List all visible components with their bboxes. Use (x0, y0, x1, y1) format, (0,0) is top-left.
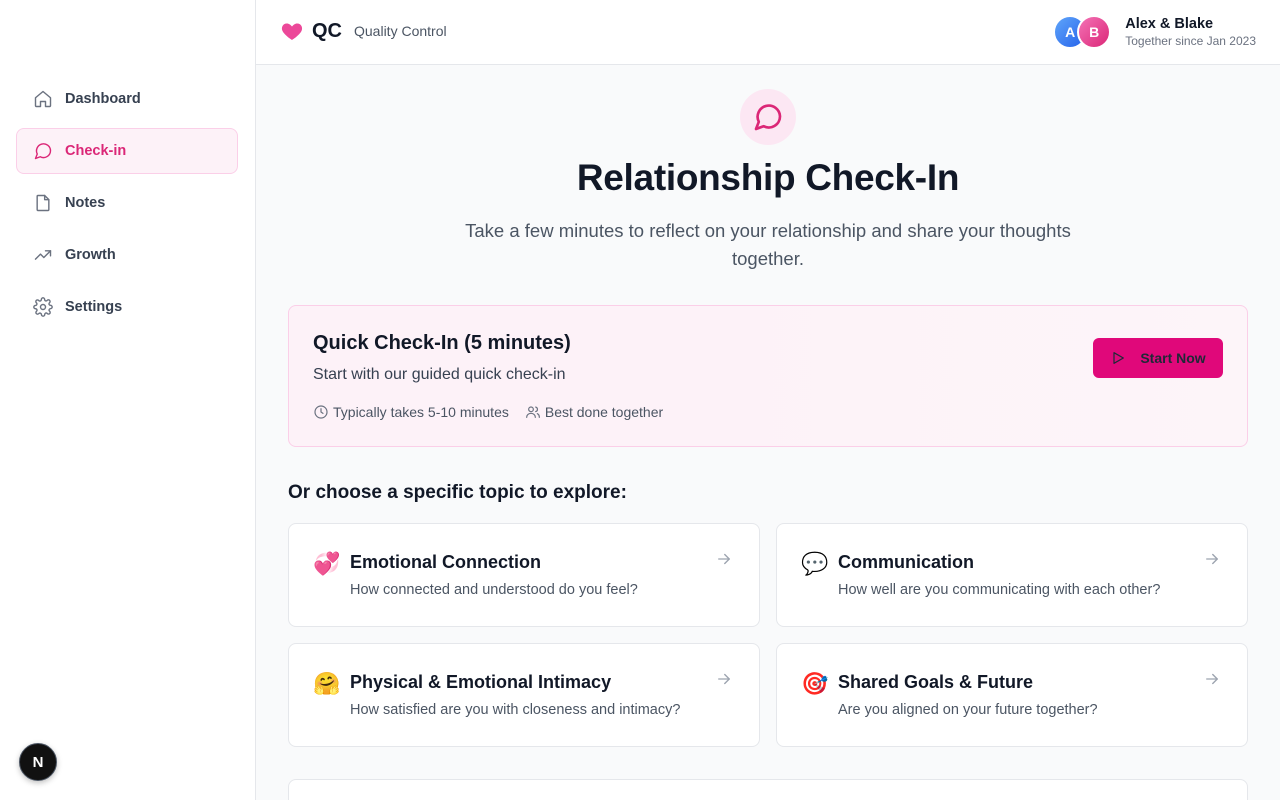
topic-card-emotional-connection[interactable]: 💞 Emotional Connection How connected and… (288, 523, 760, 627)
topic-description: How connected and understood do you feel… (350, 582, 638, 598)
quick-check-in-description: Start with our guided quick check-in (313, 366, 566, 383)
avatar: B (1077, 15, 1112, 49)
sidebar-item-notes[interactable]: Notes (16, 180, 238, 226)
dev-tools-badge[interactable]: N (19, 743, 57, 781)
page-title: Relationship Check-In (576, 157, 960, 198)
heart-icon (281, 23, 303, 40)
trending-up-icon (33, 245, 53, 265)
topic-title: Communication (838, 552, 975, 572)
sidebar-item-label: Dashboard (65, 91, 141, 107)
sidebar-item-label: Check-in (65, 143, 127, 159)
arrow-right-icon (1203, 670, 1221, 688)
topic-card-communication[interactable]: 💬 Communication How well are you communi… (776, 523, 1248, 627)
message-circle-icon (33, 141, 53, 161)
main-content: Relationship Check-In Take a few minutes… (256, 65, 1280, 800)
topic-description: How well are you communicating with each… (838, 582, 1161, 598)
sidebar-item-check-in[interactable]: Check-in (16, 128, 238, 174)
topic-title: Physical & Emotional Intimacy (350, 672, 612, 692)
quick-check-in-card: Quick Check-In (5 minutes) Start with ou… (288, 305, 1248, 447)
tagline: Quality Control (354, 23, 447, 39)
target-icon: 🎯 (801, 672, 829, 697)
gear-icon (33, 297, 53, 317)
start-now-button[interactable]: Start Now (1093, 338, 1223, 378)
together-info: Best done together (525, 404, 663, 420)
user-since: Together since Jan 2023 (1125, 34, 1256, 48)
quick-check-in-title: Quick Check-In (5 minutes) (313, 332, 571, 354)
file-icon (33, 193, 53, 213)
arrow-right-icon (1203, 550, 1221, 568)
duration-text: Typically takes 5-10 minutes (333, 404, 509, 420)
user-info: Alex & Blake Together since Jan 2023 (1125, 15, 1256, 49)
users-icon (525, 406, 540, 418)
sidebar-item-growth[interactable]: Growth (16, 232, 238, 278)
avatar-group: A B (1053, 15, 1112, 49)
play-icon (1113, 352, 1125, 364)
user-profile[interactable]: A B Alex & Blake Together since Jan 2023 (1053, 15, 1256, 49)
topic-description: Are you aligned on your future together? (838, 702, 1098, 718)
topic-card-shared-goals[interactable]: 🎯 Shared Goals & Future Are you aligned … (776, 643, 1248, 747)
arrow-right-icon (715, 670, 733, 688)
hugging-face-icon: 🤗 (313, 672, 341, 697)
top-header: QC Quality Control A B Alex & Blake Toge… (256, 0, 1280, 65)
topics-heading: Or choose a specific topic to explore: (288, 482, 627, 503)
speech-bubble-icon: 💬 (801, 552, 829, 577)
sidebar-item-label: Notes (65, 195, 106, 211)
topic-title: Shared Goals & Future (838, 672, 1034, 692)
sidebar-nav: Dashboard Check-in Notes Growth Settings (16, 76, 238, 336)
sidebar-item-label: Growth (65, 247, 116, 263)
topic-description: How satisfied are you with closeness and… (350, 702, 681, 718)
clock-icon (314, 405, 328, 419)
home-icon (33, 89, 53, 109)
sidebar: Dashboard Check-in Notes Growth Settings (0, 0, 256, 800)
duration-info: Typically takes 5-10 minutes (313, 404, 509, 420)
logo-text: QC (312, 19, 342, 42)
sidebar-item-settings[interactable]: Settings (16, 284, 238, 330)
sidebar-item-dashboard[interactable]: Dashboard (16, 76, 238, 122)
brand[interactable]: QC Quality Control (280, 19, 447, 43)
partial-card (288, 779, 1248, 800)
together-text: Best done together (544, 404, 664, 420)
topic-card-intimacy[interactable]: 🤗 Physical & Emotional Intimacy How sati… (288, 643, 760, 747)
start-now-label: Start Now (1140, 350, 1206, 366)
two-hearts-icon: 💞 (313, 552, 341, 577)
topic-title: Emotional Connection (350, 552, 541, 572)
page-subtitle: Take a few minutes to reflect on your re… (465, 220, 1071, 269)
quick-check-in-meta: Typically takes 5-10 minutes Best done t… (313, 404, 679, 420)
arrow-right-icon (715, 550, 733, 568)
badge-letter: N (32, 753, 44, 771)
message-circle-icon (740, 89, 796, 145)
sidebar-item-label: Settings (65, 299, 123, 315)
user-names: Alex & Blake (1125, 16, 1214, 32)
